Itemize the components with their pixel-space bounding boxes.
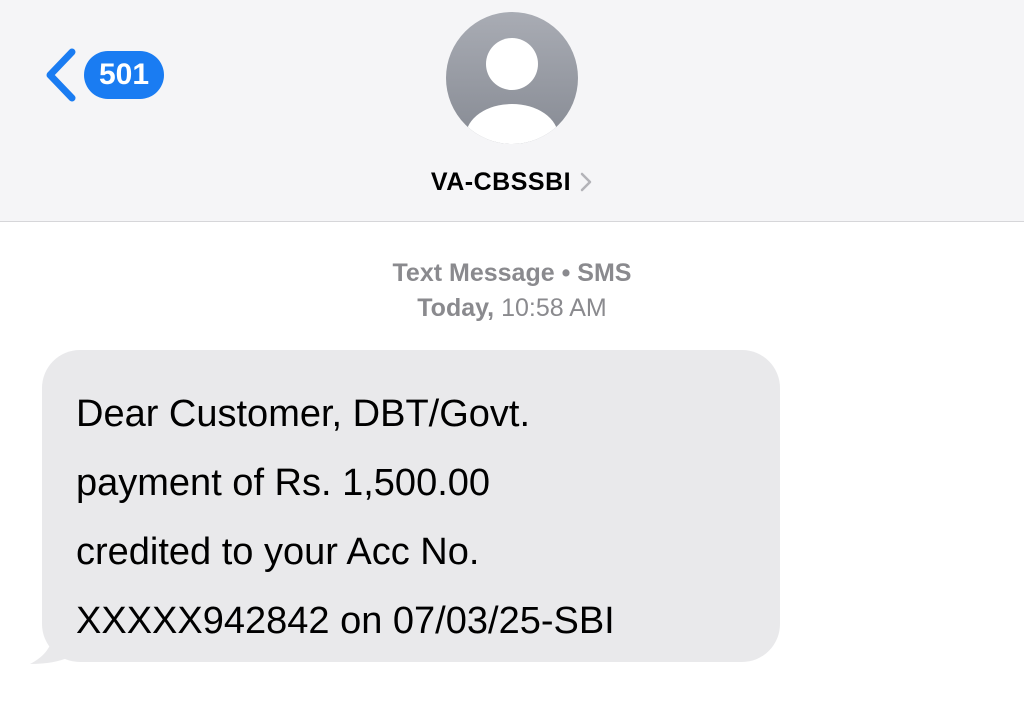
conversation-header: 501 VA-CBSSBI (0, 0, 1024, 222)
contact-name: VA-CBSSBI (430, 167, 572, 196)
contact-name-button[interactable]: VA-CBSSBI (0, 162, 1024, 202)
message-line: payment of Rs. 1,500.00 (76, 462, 491, 504)
person-silhouette-icon (466, 38, 558, 144)
message-bubble: Dear Customer, DBT/Govt. payment of Rs. … (42, 350, 780, 662)
message-line: Dear Customer, DBT/Govt. (76, 393, 531, 435)
message-type: Text Message (392, 259, 555, 287)
service-separator: • (561, 259, 571, 287)
message-time: 10:58 AM (501, 294, 607, 322)
unread-count-badge: 501 (84, 51, 164, 99)
message-line: credited to your Acc No. (76, 531, 480, 573)
message-timestamp: Today, 10:58 AM (0, 291, 1024, 326)
back-button[interactable]: 501 (38, 44, 164, 106)
message-service: SMS (577, 259, 632, 287)
chevron-left-icon (46, 48, 76, 102)
message-service-line: Text Message • SMS (0, 256, 1024, 291)
messages-screen: 501 VA-CBSSBI Text Message • SMS Today, … (0, 0, 1024, 709)
incoming-message[interactable]: Dear Customer, DBT/Govt. payment of Rs. … (28, 350, 780, 665)
message-metadata: Text Message • SMS Today, 10:58 AM (0, 256, 1024, 326)
message-day: Today, (417, 294, 495, 322)
contact-avatar[interactable] (446, 12, 578, 144)
chevron-right-icon (580, 172, 592, 192)
message-line: XXXXX942842 on 07/03/25-SBI (76, 600, 615, 642)
